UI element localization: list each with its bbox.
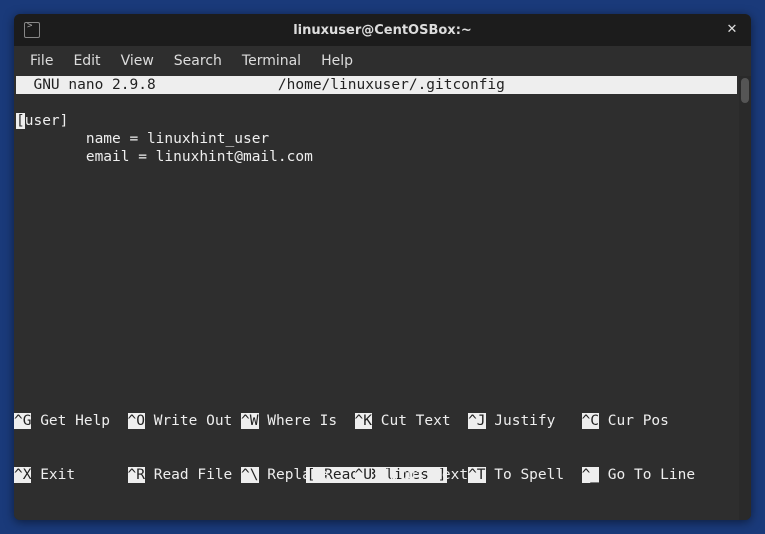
hk-whereis: ^W — [241, 413, 258, 429]
terminal-area[interactable]: GNU nano 2.9.8 /home/linuxuser/.gitconfi… — [14, 76, 751, 520]
content-line-2: name = linuxhint_user — [16, 131, 269, 147]
hk-writeout: ^O — [128, 413, 145, 429]
hk-replace-label: Replace — [267, 467, 328, 483]
nano-header: GNU nano 2.9.8 /home/linuxuser/.gitconfi… — [16, 76, 737, 94]
hk-whereis-label: Where Is — [267, 413, 337, 429]
hk-uncut-label: Uncut Text — [381, 467, 468, 483]
menu-view[interactable]: View — [111, 49, 164, 73]
terminal-window: linuxuser@CentOSBox:~ ✕ File Edit View S… — [14, 14, 751, 520]
hk-replace: ^\ — [241, 467, 258, 483]
hk-uncut: ^U — [355, 467, 372, 483]
menu-help[interactable]: Help — [311, 49, 363, 73]
hk-justify-label: Justify — [494, 413, 555, 429]
hk-tospell: ^T — [468, 467, 485, 483]
content-line-3: email = linuxhint@mail.com — [16, 149, 313, 165]
hk-curpos-label: Cur Pos — [608, 413, 669, 429]
shortcut-row-2: ^X Exit ^R Read File ^\ Replace ^U Uncut… — [14, 466, 739, 484]
hk-cut-label: Cut Text — [381, 413, 451, 429]
scrollbar-thumb[interactable] — [741, 78, 749, 103]
titlebar[interactable]: linuxuser@CentOSBox:~ ✕ — [14, 14, 751, 46]
hk-help: ^G — [14, 413, 31, 429]
window-title: linuxuser@CentOSBox:~ — [14, 23, 751, 38]
nano-header-spacer — [156, 77, 278, 93]
hk-help-label: Get Help — [40, 413, 110, 429]
hk-readfile-label: Read File — [154, 467, 233, 483]
menu-terminal[interactable]: Terminal — [232, 49, 311, 73]
scrollbar[interactable] — [739, 76, 751, 520]
menu-edit[interactable]: Edit — [63, 49, 110, 73]
nano-version: GNU nano 2.9.8 — [16, 77, 156, 93]
hk-tospell-label: To Spell — [494, 467, 564, 483]
menu-file[interactable]: File — [20, 49, 63, 73]
content-line-1: user] — [25, 113, 69, 129]
nano-file-path: /home/linuxuser/.gitconfig — [278, 77, 505, 93]
hk-gotoline-label: Go To Line — [608, 467, 695, 483]
hk-writeout-label: Write Out — [154, 413, 233, 429]
nano-shortcut-bar: ^G Get Help ^O Write Out ^W Where Is ^K … — [14, 376, 739, 520]
hk-cut: ^K — [355, 413, 372, 429]
hk-exit-label: Exit — [40, 467, 75, 483]
nano-header-pad — [505, 77, 737, 93]
hk-gotoline: ^_ — [582, 467, 599, 483]
menu-search[interactable]: Search — [164, 49, 232, 73]
cursor: [ — [16, 113, 25, 129]
editor-content[interactable]: [user] name = linuxhint_user email = lin… — [16, 94, 749, 166]
close-icon[interactable]: ✕ — [723, 21, 741, 39]
menubar: File Edit View Search Terminal Help — [14, 46, 751, 76]
hk-justify: ^J — [468, 413, 485, 429]
hk-exit: ^X — [14, 467, 31, 483]
shortcut-row-1: ^G Get Help ^O Write Out ^W Where Is ^K … — [14, 412, 739, 430]
hk-curpos: ^C — [582, 413, 599, 429]
hk-readfile: ^R — [128, 467, 145, 483]
